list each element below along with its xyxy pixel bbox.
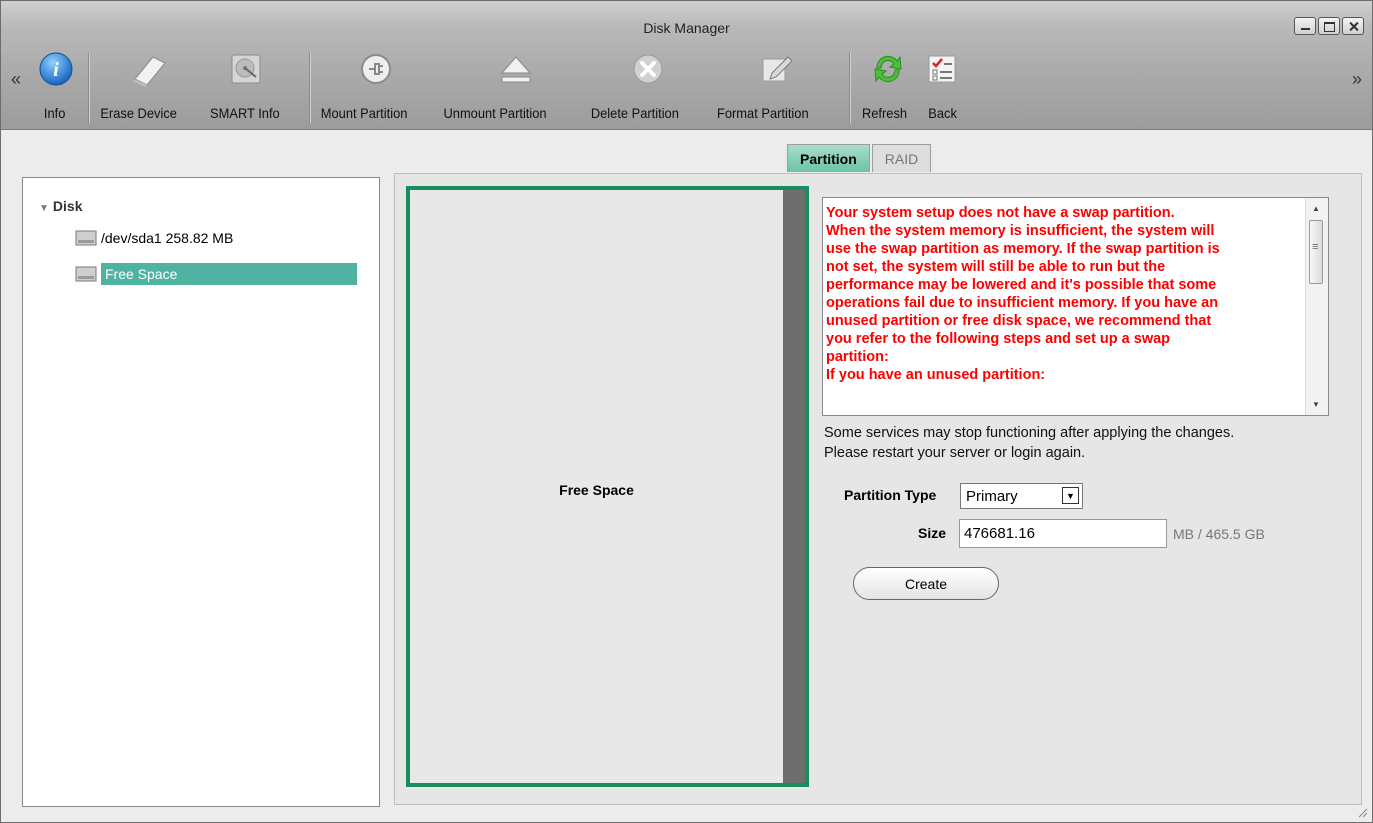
- toolbar-scroll-right[interactable]: »: [1352, 69, 1362, 90]
- warning-line: Your system setup does not have a swap p…: [826, 205, 1175, 221]
- erase-device-button[interactable]: Erase Device: [100, 47, 179, 129]
- chevron-down-icon[interactable]: ▼: [1062, 487, 1079, 504]
- warning-scrollbar[interactable]: ▲ ▼: [1305, 198, 1328, 415]
- info-label: Info: [43, 105, 66, 121]
- scroll-up-icon[interactable]: ▲: [1312, 204, 1320, 213]
- size-unit: MB / 465.5 GB: [1173, 526, 1265, 542]
- tree-root-disk[interactable]: ▼ Disk: [39, 198, 82, 214]
- window-controls: [1294, 17, 1364, 35]
- smart-info-button[interactable]: SMART Info: [210, 47, 280, 129]
- eject-icon: [494, 47, 538, 91]
- warning-line: When the system memory is insufficient, …: [826, 223, 1215, 239]
- pencil-icon: [754, 47, 798, 91]
- resize-grip-icon[interactable]: [1358, 808, 1368, 818]
- format-partition-label: Format Partition: [716, 105, 809, 121]
- back-button[interactable]: Back: [923, 47, 963, 129]
- erase-device-label: Erase Device: [100, 105, 177, 121]
- hard-drive-icon: [75, 230, 97, 246]
- scroll-thumb[interactable]: [1309, 220, 1323, 284]
- refresh-button[interactable]: Refresh: [862, 47, 910, 129]
- note-line: Please restart your server or login agai…: [824, 445, 1086, 461]
- warning-line: you refer to the following steps and set…: [826, 331, 1171, 347]
- smart-info-label: SMART Info: [210, 105, 280, 121]
- svg-text:i: i: [53, 59, 59, 81]
- tree-item-sda1[interactable]: /dev/sda1 258.82 MB: [75, 226, 233, 250]
- partition-map-label: Free Space: [559, 482, 634, 498]
- eraser-icon: [127, 47, 171, 91]
- warning-line: partition:: [826, 349, 889, 365]
- size-label: Size: [918, 525, 947, 541]
- warning-line: performance may be lowered and it's poss…: [826, 277, 1217, 293]
- info-icon: i: [34, 47, 78, 91]
- partition-map-bar: [783, 190, 805, 783]
- hard-drive-icon: [224, 47, 268, 91]
- tab-raid[interactable]: RAID: [871, 144, 932, 172]
- swap-warning-text: Your system setup does not have a swap p…: [826, 204, 1300, 384]
- tree-item-free-space[interactable]: Free Space: [75, 262, 357, 286]
- partition-map-free-space[interactable]: Free Space: [406, 186, 809, 787]
- tree-item-label: /dev/sda1 258.82 MB: [101, 230, 234, 246]
- toolbar-separator: [849, 53, 850, 123]
- restart-note: Some services may stop functioning after…: [824, 423, 1234, 463]
- tab-bar: Partition RAID: [787, 144, 933, 172]
- disk-manager-window: Disk Manager « » i Info Erase Device SMA…: [0, 0, 1373, 823]
- unmount-partition-button[interactable]: Unmount Partition: [443, 47, 547, 129]
- mount-partition-label: Mount Partition: [320, 105, 408, 121]
- mount-partition-button[interactable]: Mount Partition: [321, 47, 407, 129]
- minimize-button[interactable]: [1294, 17, 1316, 35]
- hard-drive-icon: [75, 266, 97, 282]
- unmount-partition-label: Unmount Partition: [443, 105, 547, 121]
- checklist-icon: [921, 47, 965, 91]
- warning-line: not set, the system will still be able t…: [826, 259, 1166, 275]
- window-title: Disk Manager: [643, 20, 730, 36]
- toolbar-separator: [309, 53, 310, 123]
- delete-partition-label: Delete Partition: [590, 105, 679, 121]
- maximize-button[interactable]: [1318, 17, 1340, 35]
- tree-item-label: Free Space: [101, 263, 357, 285]
- tree-root-label: Disk: [52, 198, 83, 214]
- close-button[interactable]: [1342, 17, 1364, 35]
- disk-tree-panel: ▼ Disk /dev/sda1 258.82 MB Free Space: [22, 177, 380, 807]
- scroll-down-icon[interactable]: ▼: [1312, 400, 1320, 409]
- note-line: Some services may stop functioning after…: [824, 425, 1235, 441]
- warning-line: use the swap partition as memory. If the…: [826, 241, 1220, 257]
- partition-type-select[interactable]: Primary ▼: [960, 483, 1083, 509]
- partition-type-label: Partition Type: [844, 487, 937, 503]
- expand-triangle-icon[interactable]: ▼: [39, 203, 49, 214]
- create-button[interactable]: Create: [853, 567, 999, 600]
- refresh-icon: [866, 47, 910, 91]
- toolbar-separator: [88, 53, 89, 123]
- toolbar-scroll-left[interactable]: «: [11, 69, 21, 90]
- delete-partition-button[interactable]: Delete Partition: [591, 47, 679, 129]
- warning-line: unused partition or free disk space, we …: [826, 313, 1212, 329]
- refresh-label: Refresh: [861, 105, 908, 121]
- partition-type-value: Primary: [966, 487, 1018, 505]
- format-partition-button[interactable]: Format Partition: [717, 47, 809, 129]
- title-toolbar: Disk Manager « » i Info Erase Device SMA…: [1, 1, 1372, 130]
- tab-partition[interactable]: Partition: [787, 144, 870, 172]
- swap-warning-box[interactable]: Your system setup does not have a swap p…: [822, 197, 1329, 416]
- info-button[interactable]: i Info: [35, 47, 77, 129]
- warning-line: operations fail due to insufficient memo…: [826, 295, 1219, 311]
- warning-line: If you have an unused partition:: [826, 367, 1046, 383]
- delete-icon: [626, 47, 670, 91]
- back-label: Back: [928, 105, 957, 121]
- size-input[interactable]: 476681.16: [959, 519, 1167, 548]
- mount-icon: [354, 47, 398, 91]
